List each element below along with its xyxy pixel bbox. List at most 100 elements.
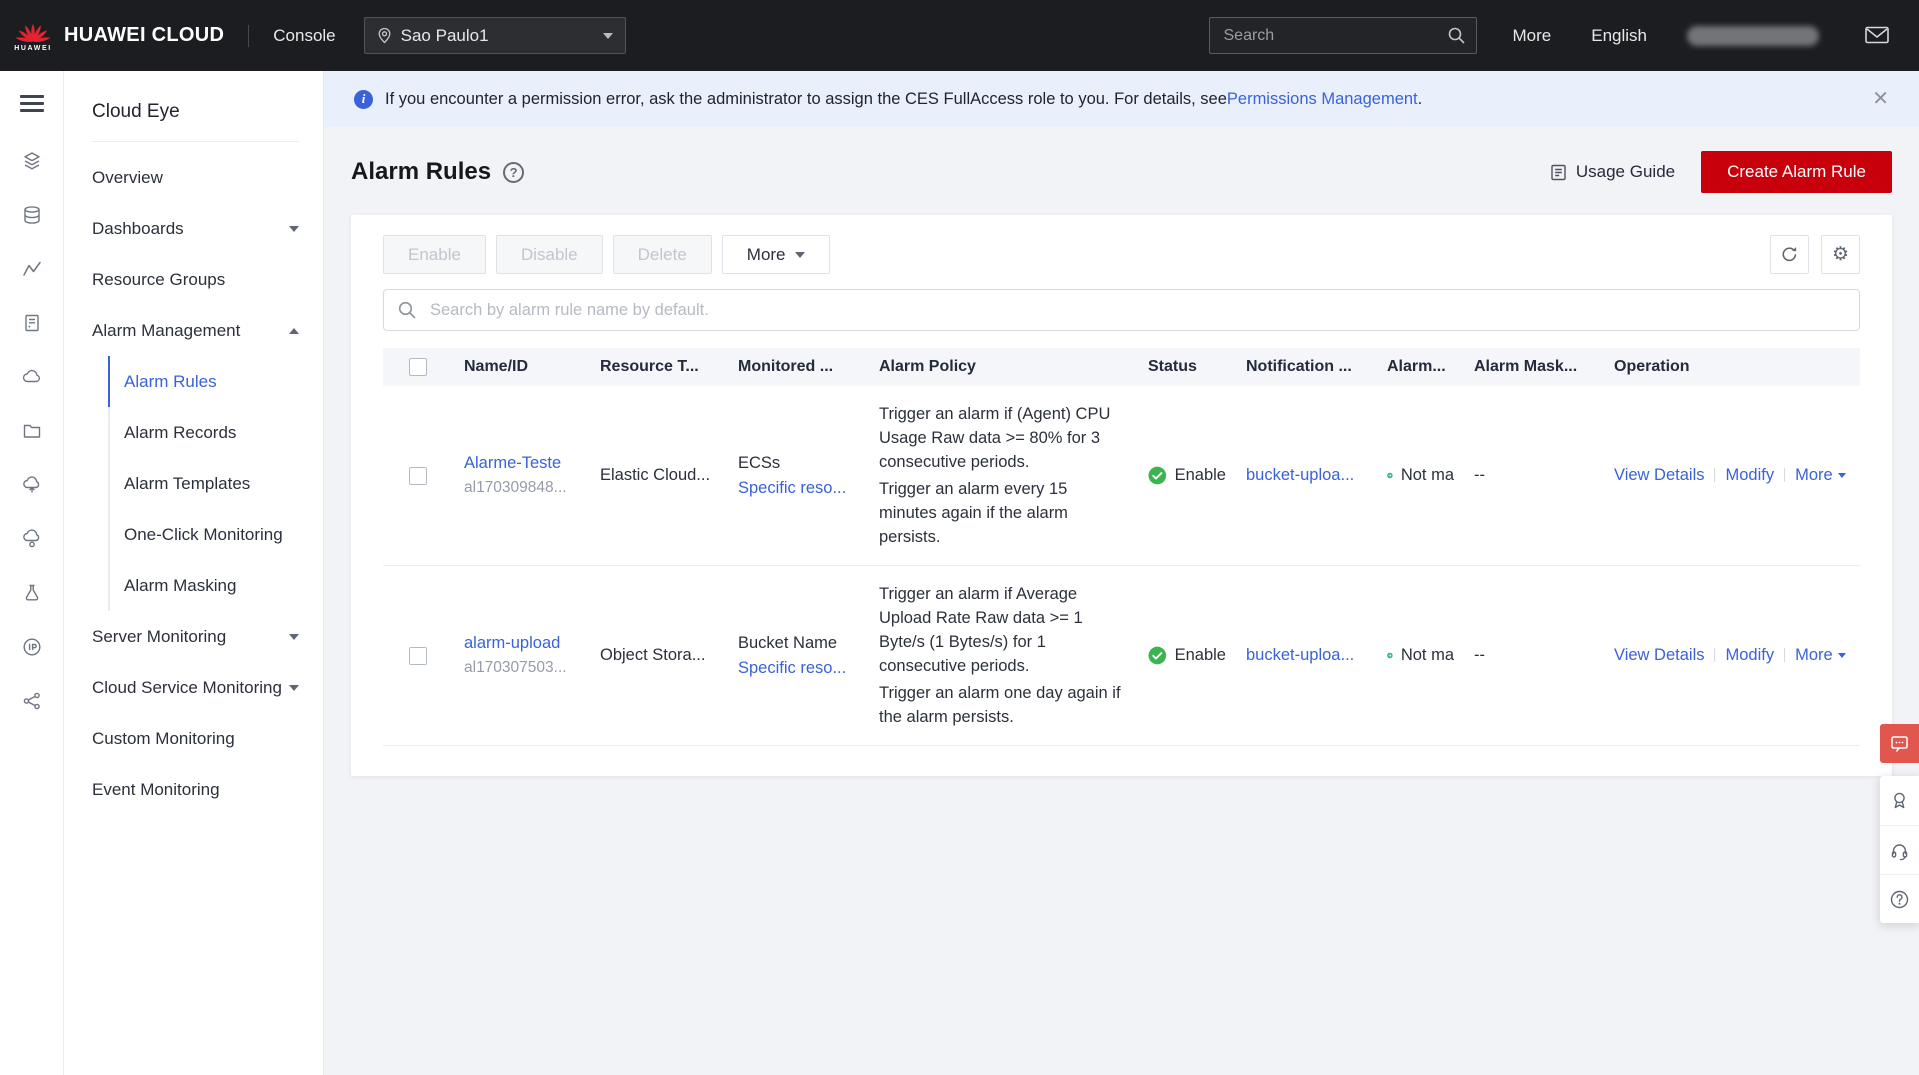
language-selector[interactable]: English xyxy=(1591,26,1647,46)
permissions-management-link[interactable]: Permissions Management xyxy=(1227,90,1418,109)
cloud-upload-icon[interactable] xyxy=(21,366,43,388)
specific-resources-link[interactable]: Specific reso... xyxy=(738,479,846,497)
notification-topic-link[interactable]: bucket-uploa... xyxy=(1246,646,1354,664)
sidebar-item-dashboards[interactable]: Dashboards xyxy=(64,203,323,254)
permission-info-banner: i If you encounter a permission error, a… xyxy=(324,71,1919,127)
chevron-down-icon xyxy=(289,634,299,640)
sidebar: Cloud Eye Overview Dashboards Resource G… xyxy=(64,71,324,1075)
alarm-rule-name-link[interactable]: Alarme-Teste xyxy=(464,454,561,472)
banner-text-suffix: . xyxy=(1418,90,1423,109)
usage-guide-icon xyxy=(1549,163,1568,182)
service-quality-button[interactable] xyxy=(1880,776,1919,825)
table-search xyxy=(383,289,1860,331)
community-icon[interactable] xyxy=(21,690,43,712)
server-icon[interactable] xyxy=(21,312,43,334)
sidebar-item-label: Dashboards xyxy=(92,219,184,238)
usage-guide-button[interactable]: Usage Guide xyxy=(1549,162,1675,182)
sidebar-item-resource-groups[interactable]: Resource Groups xyxy=(64,254,323,305)
help-button[interactable] xyxy=(1880,874,1919,923)
table-row: Alarme-Teste al170309848... Elastic Clou… xyxy=(383,386,1860,566)
sidebar-item-server-monitoring[interactable]: Server Monitoring xyxy=(64,611,323,662)
sidebar-item-alarm-rules[interactable]: Alarm Rules xyxy=(110,356,323,407)
alarm-rule-name-link[interactable]: alarm-upload xyxy=(464,634,560,652)
sidebar-item-alarm-records[interactable]: Alarm Records xyxy=(110,407,323,458)
disable-button[interactable]: Disable xyxy=(496,235,603,274)
storage-icon[interactable] xyxy=(21,204,43,226)
support-button[interactable] xyxy=(1880,825,1919,874)
alarm-management-subnav: Alarm Rules Alarm Records Alarm Template… xyxy=(108,356,323,611)
close-icon[interactable]: ✕ xyxy=(1872,89,1889,109)
status-enabled-icon xyxy=(1148,646,1167,665)
monitoring-icon[interactable] xyxy=(21,258,43,280)
view-details-link[interactable]: View Details xyxy=(1614,646,1704,664)
sidebar-item-alarm-masking[interactable]: Alarm Masking xyxy=(110,560,323,611)
feedback-button[interactable] xyxy=(1880,724,1919,763)
sidebar-item-label: One-Click Monitoring xyxy=(124,525,283,544)
row-more-link[interactable]: More xyxy=(1795,646,1846,664)
logo-caption: HUAWEI xyxy=(14,45,52,52)
policy-line: Trigger an alarm if Average Upload Rate … xyxy=(879,582,1128,678)
help-icon[interactable]: ? xyxy=(503,162,524,183)
alarm-rule-search-input[interactable] xyxy=(383,289,1860,331)
row-more-link[interactable]: More xyxy=(1795,466,1846,484)
alarm-status-label: Not ma xyxy=(1401,646,1454,665)
sidebar-item-cloud-service-monitoring[interactable]: Cloud Service Monitoring xyxy=(64,662,323,713)
sidebar-item-event-monitoring[interactable]: Event Monitoring xyxy=(64,764,323,815)
operation-divider xyxy=(1714,648,1715,662)
brand-title: HUAWEI CLOUD xyxy=(64,24,224,47)
col-operation: Operation xyxy=(1604,348,1860,386)
sidebar-title-divider xyxy=(92,141,299,142)
lab-icon[interactable] xyxy=(21,582,43,604)
select-all-checkbox[interactable] xyxy=(409,358,427,376)
more-menu[interactable]: More xyxy=(1513,26,1552,46)
sidebar-item-one-click-monitoring[interactable]: One-Click Monitoring xyxy=(110,509,323,560)
sidebar-item-alarm-templates[interactable]: Alarm Templates xyxy=(110,458,323,509)
cloud-service-icon[interactable] xyxy=(21,528,43,550)
monitored-object: ECSs xyxy=(738,454,859,473)
compute-icon[interactable] xyxy=(21,150,43,172)
huawei-logo[interactable]: HUAWEI xyxy=(14,20,52,52)
cloud-icon[interactable] xyxy=(21,474,43,496)
sidebar-item-label: Cloud Service Monitoring xyxy=(92,678,282,697)
support-button-stack xyxy=(1880,776,1919,923)
account-name-redacted[interactable] xyxy=(1687,26,1819,46)
sidebar-item-alarm-management[interactable]: Alarm Management xyxy=(64,305,323,356)
menu-icon[interactable] xyxy=(20,91,44,116)
policy-line: Trigger an alarm every 15 minutes again … xyxy=(879,477,1128,549)
modify-link[interactable]: Modify xyxy=(1725,466,1774,484)
table-header-row: Name/ID Resource T... Monitored ... Alar… xyxy=(383,348,1860,386)
search-icon[interactable] xyxy=(1447,26,1466,45)
operation-divider xyxy=(1784,648,1785,662)
modify-link[interactable]: Modify xyxy=(1725,646,1774,664)
alarm-rules-table: Name/ID Resource T... Monitored ... Alar… xyxy=(383,348,1860,746)
headset-icon xyxy=(1889,840,1910,861)
status-label: Enable xyxy=(1175,646,1226,665)
operation-divider xyxy=(1714,468,1715,482)
settings-button[interactable]: ⚙ xyxy=(1821,235,1860,274)
notification-topic-link[interactable]: bucket-uploa... xyxy=(1246,466,1354,484)
sidebar-title: Cloud Eye xyxy=(64,71,323,141)
console-link[interactable]: Console xyxy=(273,26,335,46)
sidebar-item-overview[interactable]: Overview xyxy=(64,152,323,203)
ip-service-icon[interactable] xyxy=(21,636,43,658)
specific-resources-link[interactable]: Specific reso... xyxy=(738,659,846,677)
view-details-link[interactable]: View Details xyxy=(1614,466,1704,484)
row-checkbox[interactable] xyxy=(409,467,427,485)
banner-text: If you encounter a permission error, ask… xyxy=(385,90,1227,109)
sidebar-item-custom-monitoring[interactable]: Custom Monitoring xyxy=(64,713,323,764)
folder-icon[interactable] xyxy=(21,420,43,442)
refresh-button[interactable] xyxy=(1770,235,1809,274)
enable-button[interactable]: Enable xyxy=(383,235,486,274)
create-alarm-rule-button[interactable]: Create Alarm Rule xyxy=(1701,151,1892,193)
usage-guide-label: Usage Guide xyxy=(1576,162,1675,182)
chevron-up-icon xyxy=(289,328,299,334)
col-alarm-masking: Alarm Mask... xyxy=(1464,348,1604,386)
alarm-rule-id: al170307503... xyxy=(464,659,580,677)
global-search-input[interactable] xyxy=(1209,17,1477,54)
topbar-divider xyxy=(248,25,249,47)
row-checkbox[interactable] xyxy=(409,647,427,665)
messages-button[interactable] xyxy=(1865,26,1889,45)
region-selector[interactable]: Sao Paulo1 xyxy=(364,17,626,54)
delete-button[interactable]: Delete xyxy=(613,235,712,274)
more-actions-button[interactable]: More xyxy=(722,235,830,274)
